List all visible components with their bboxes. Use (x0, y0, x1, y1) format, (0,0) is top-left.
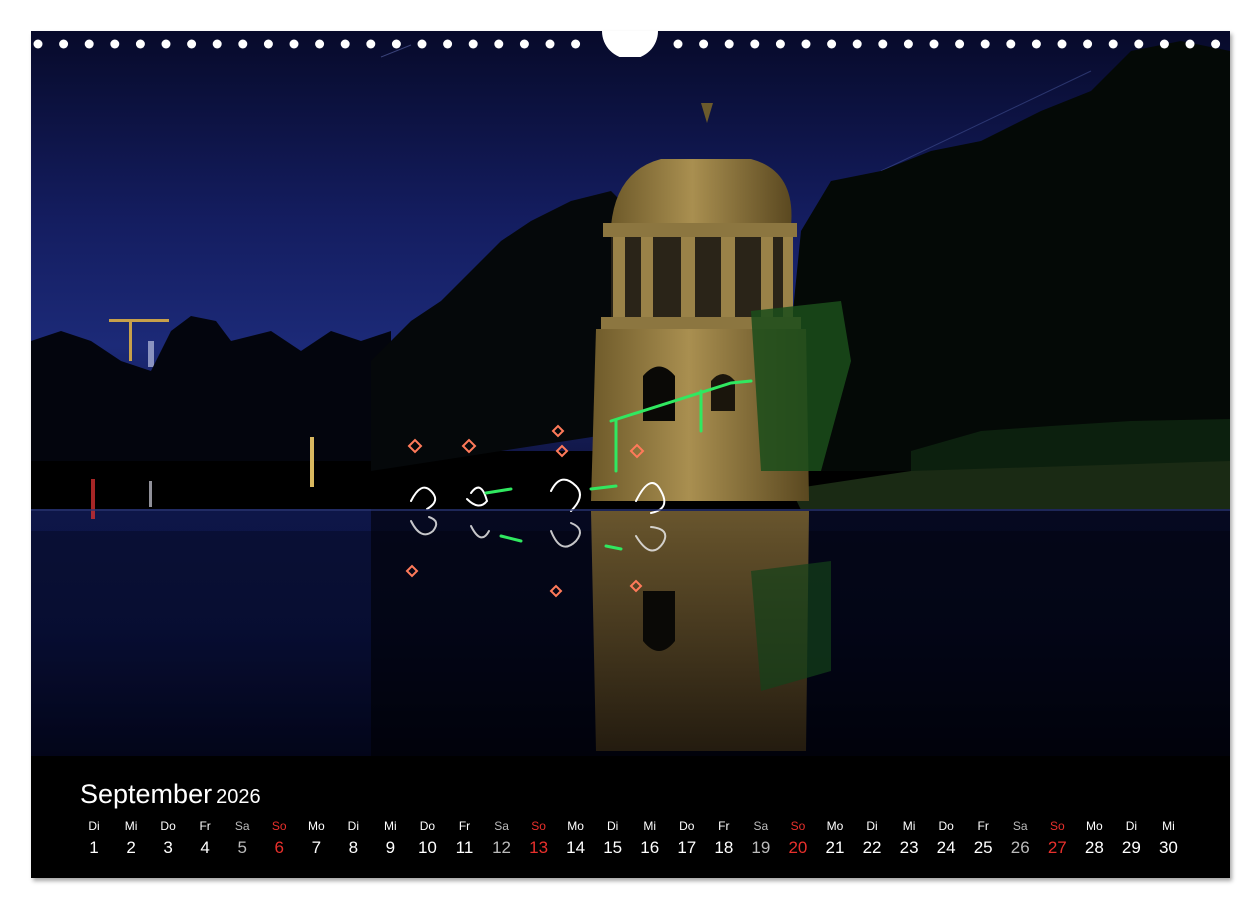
day-cell: Di 29 (1113, 818, 1149, 860)
day-number: 15 (603, 838, 623, 857)
day-cell: Sa 12 (484, 818, 520, 860)
day-cell: Di 15 (595, 818, 631, 860)
weekday-label: Mi (643, 819, 657, 833)
day-number: 26 (1010, 838, 1030, 857)
day-cell: Do 24 (928, 818, 964, 860)
day-number: 10 (417, 838, 437, 857)
weekday-label: Di (88, 819, 100, 833)
day-cell: So 13 (521, 818, 557, 860)
weekday-label: Fr (458, 819, 471, 833)
day-number: 6 (274, 838, 284, 857)
day-number: 4 (200, 838, 210, 857)
day-number: 8 (348, 838, 359, 857)
weekday-label: Di (347, 819, 360, 833)
weekday-label: So (1049, 819, 1065, 833)
weekday-label: So (271, 819, 287, 833)
day-cell: Do 10 (409, 818, 445, 860)
weekday-label: Fr (977, 819, 989, 833)
weekday-label: Di (866, 819, 878, 833)
day-cell: Fr 4 (187, 818, 223, 860)
day-cell: Mi 9 (372, 818, 408, 860)
day-cell: Mo 14 (558, 818, 594, 860)
weekday-label: Sa (494, 819, 509, 833)
weekday-label: Do (419, 819, 436, 833)
weekday-label: Do (938, 819, 954, 833)
day-number: 3 (163, 838, 173, 857)
month-name: September (80, 779, 213, 809)
day-number: 22 (862, 838, 882, 857)
day-cell: Di 22 (854, 818, 890, 860)
weekday-label: So (790, 819, 806, 833)
day-cell: Mi 30 (1150, 818, 1186, 860)
weekday-label: Mi (902, 819, 916, 833)
night-temple-photo (31, 31, 1230, 756)
weekday-label: Fr (199, 819, 211, 833)
day-cell: So 6 (261, 818, 297, 860)
day-cell: Mi 2 (113, 818, 149, 860)
weekday-label: Do (679, 819, 695, 833)
day-cell: Sa 19 (743, 818, 779, 860)
calendar-strip: September 2026 Di 1 Mi 2 Do 3 Fr 4 Sa 5 So 6 Mo 7 Di 8 Mi… (31, 756, 1230, 878)
weekday-label: Mi (1162, 819, 1175, 833)
day-cell: Mo 21 (817, 818, 853, 860)
weekday-label: Fr (718, 819, 730, 833)
day-cell: Fr 25 (965, 818, 1001, 860)
weekday-label: Sa (753, 819, 769, 833)
day-number: 25 (973, 838, 993, 857)
day-number: 12 (492, 838, 511, 857)
day-number: 30 (1158, 838, 1178, 857)
day-cell: Mi 23 (891, 818, 927, 860)
day-number: 18 (714, 838, 734, 857)
month-heading: September 2026 (80, 779, 261, 812)
weekday-label: So (531, 819, 546, 833)
day-number: 19 (751, 838, 771, 857)
day-number: 21 (825, 838, 845, 857)
calendar-page: September 2026 Di 1 Mi 2 Do 3 Fr 4 Sa 5 So 6 Mo 7 Di 8 Mi… (31, 31, 1230, 878)
day-number: 5 (237, 838, 247, 857)
weekday-label: Mi (124, 819, 138, 833)
year-label: 2026 (216, 786, 261, 808)
weekday-label: Mo (567, 819, 584, 833)
day-cell: Mo 7 (298, 818, 334, 860)
day-cell: Di 8 (335, 818, 371, 860)
day-number: 29 (1121, 838, 1141, 857)
day-number: 7 (311, 838, 322, 857)
day-cell: Di 1 (76, 818, 112, 860)
day-cell: Fr 11 (447, 818, 483, 860)
day-number: 14 (566, 838, 586, 857)
day-cell: Sa 26 (1002, 818, 1038, 860)
day-number: 2 (126, 838, 136, 857)
day-cell: Do 3 (150, 818, 186, 860)
weekday-label: Do (160, 819, 176, 833)
weekday-label: Mo (307, 819, 325, 833)
day-cell: Mo 28 (1076, 818, 1112, 860)
day-grid: Di 1 Mi 2 Do 3 Fr 4 Sa 5 So 6 Mo 7 Di 8 Mi 9 Do 10 Fr 11 Sa 12 S… (76, 818, 1202, 868)
day-number: 13 (529, 838, 549, 857)
day-cell: Do 17 (669, 818, 705, 860)
day-number: 27 (1047, 838, 1067, 857)
day-cell: So 27 (1039, 818, 1075, 860)
weekday-label: Di (1125, 819, 1138, 833)
day-number: 24 (936, 838, 956, 857)
day-number: 23 (899, 838, 919, 857)
day-number: 28 (1084, 838, 1104, 857)
day-number: 16 (640, 838, 660, 857)
day-number: 11 (455, 838, 474, 857)
day-cell: Fr 18 (706, 818, 742, 860)
weekday-label: Mi (384, 819, 397, 833)
day-number: 9 (385, 838, 396, 857)
day-cell: So 20 (780, 818, 816, 860)
day-cell: Sa 5 (224, 818, 260, 860)
weekday-label: Di (607, 819, 619, 833)
weekday-label: Sa (234, 819, 250, 833)
weekday-label: Mo (826, 819, 844, 833)
day-number: 17 (677, 838, 697, 857)
day-number: 1 (89, 838, 99, 857)
weekday-label: Sa (1012, 819, 1028, 833)
day-cell: Mi 16 (632, 818, 668, 860)
day-number: 20 (788, 838, 808, 857)
weekday-label: Mo (1086, 819, 1103, 833)
